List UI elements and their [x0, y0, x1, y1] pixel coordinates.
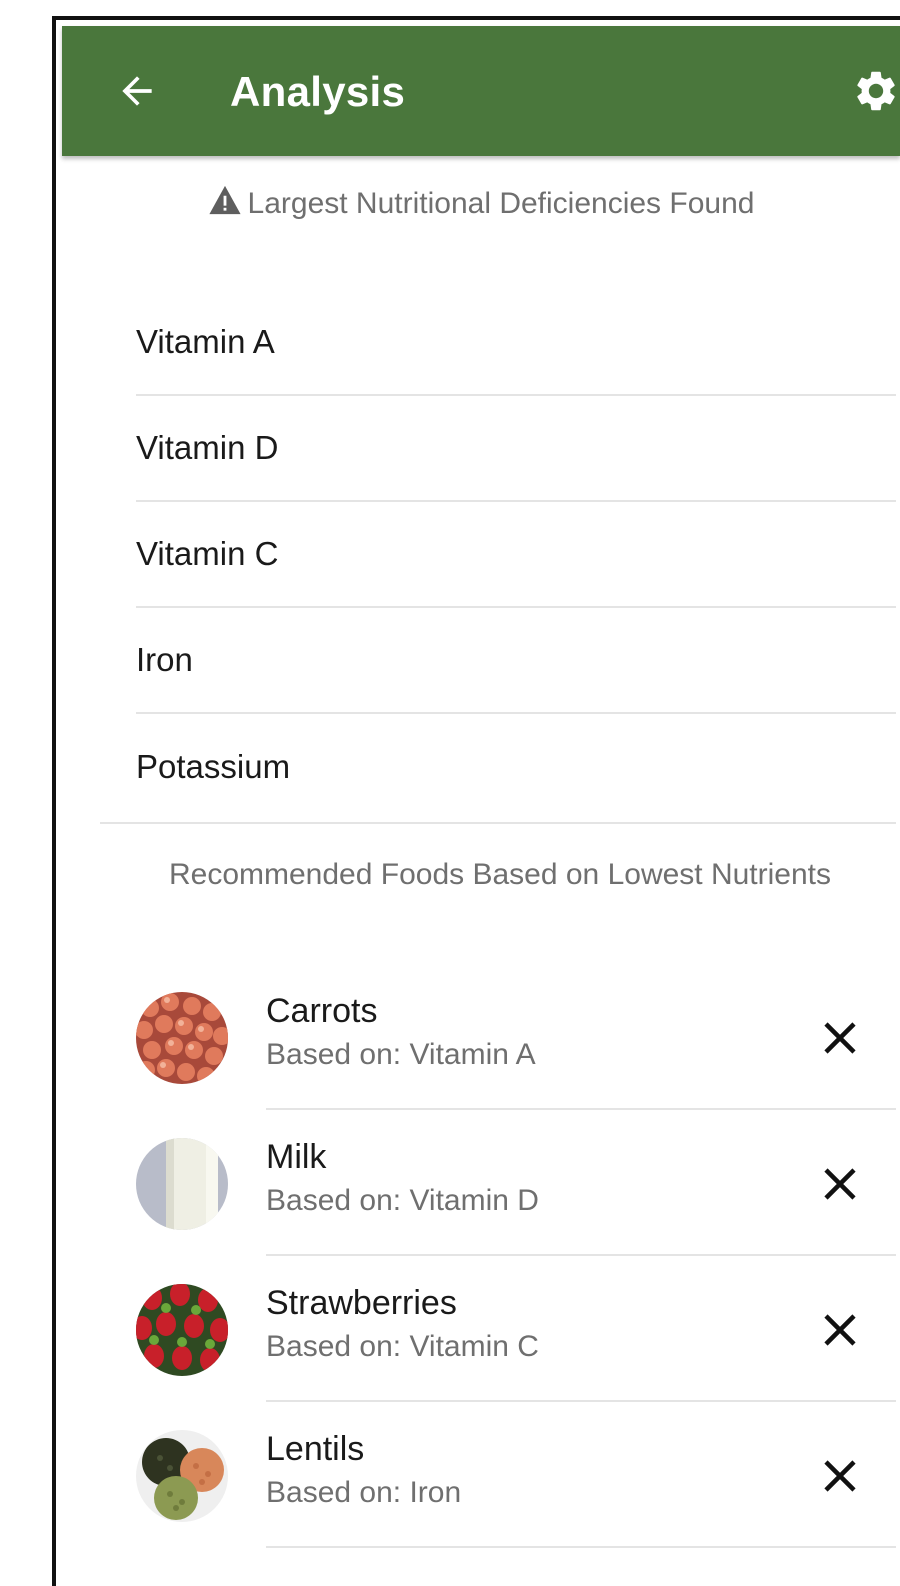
food-name: Milk	[266, 1138, 327, 1176]
close-icon	[824, 1314, 856, 1346]
food-name: Lentils	[266, 1430, 365, 1468]
page-title: Analysis	[230, 68, 406, 115]
settings-button[interactable]	[852, 64, 900, 118]
food-name: Strawberries	[266, 1284, 457, 1322]
close-icon	[824, 1460, 856, 1492]
list-item[interactable]: Carrots Based on: Vitamin A	[136, 964, 896, 1110]
gear-icon	[857, 71, 895, 111]
remove-button[interactable]	[816, 1452, 864, 1500]
list-item[interactable]: Potassium	[136, 714, 896, 820]
app-bar: Analysis	[62, 26, 900, 156]
list-item[interactable]: Vitamin D	[136, 396, 896, 502]
warning-icon	[208, 185, 241, 215]
arrow-left-icon	[122, 76, 152, 106]
milk-photo	[136, 1138, 228, 1230]
close-icon	[824, 1022, 856, 1054]
food-list: Carrots Based on: Vitamin A Milk Based o…	[136, 964, 896, 1548]
list-item[interactable]: Vitamin A	[136, 290, 896, 396]
food-name: Carrots	[266, 992, 378, 1030]
food-based-on: Based on: Vitamin A	[266, 1038, 536, 1071]
remove-button[interactable]	[816, 1014, 864, 1062]
list-item[interactable]: Lentils Based on: Iron	[136, 1402, 896, 1548]
remove-button[interactable]	[816, 1306, 864, 1354]
deficiency-list: Vitamin A Vitamin D Vitamin C Iron Potas…	[136, 290, 896, 820]
section-divider	[100, 822, 896, 824]
list-item[interactable]: Vitamin C	[136, 502, 896, 608]
lentils-photo	[136, 1430, 228, 1522]
food-based-on: Based on: Vitamin D	[266, 1184, 539, 1217]
back-button[interactable]	[110, 64, 164, 118]
list-item[interactable]: Strawberries Based on: Vitamin C	[136, 1256, 896, 1402]
row-divider	[266, 1546, 896, 1548]
deficiencies-header-text: Largest Nutritional Deficiencies Found	[247, 187, 755, 220]
deficiencies-header: Largest Nutritional Deficiencies Found	[62, 184, 900, 221]
food-based-on: Based on: Vitamin C	[266, 1330, 539, 1363]
strawberries-photo	[136, 1284, 228, 1376]
carrots-photo	[136, 992, 228, 1084]
close-icon	[824, 1168, 856, 1200]
list-item[interactable]: Milk Based on: Vitamin D	[136, 1110, 896, 1256]
list-item[interactable]: Iron	[136, 608, 896, 714]
remove-button[interactable]	[816, 1160, 864, 1208]
food-based-on: Based on: Iron	[266, 1476, 462, 1509]
recommendations-header: Recommended Foods Based on Lowest Nutrie…	[168, 858, 832, 891]
